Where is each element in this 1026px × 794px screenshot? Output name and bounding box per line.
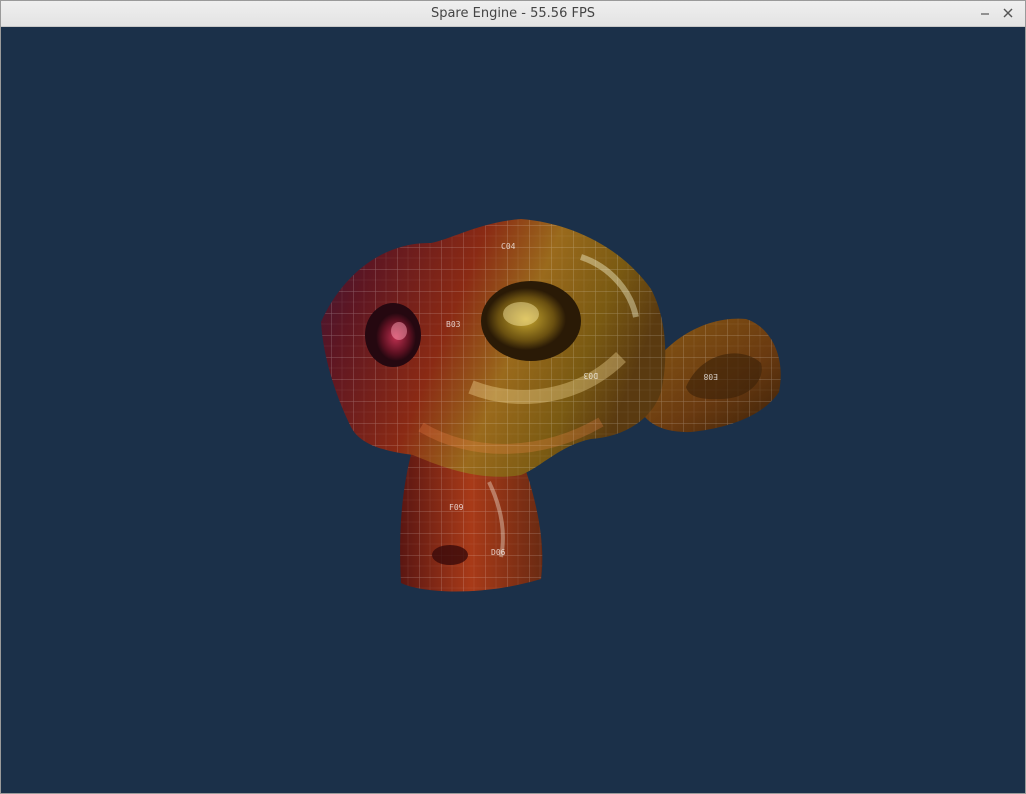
texture-label: B03 (446, 320, 461, 329)
minimize-icon (975, 4, 995, 23)
texture-label: D06 (491, 548, 506, 557)
right-eye-socket (481, 281, 581, 361)
title-bar[interactable]: Spare Engine - 55.56 FPS (1, 1, 1025, 27)
texture-label: F09 (449, 503, 464, 512)
texture-label: E08 (703, 372, 718, 381)
texture-label: C04 (501, 242, 516, 251)
render-viewport[interactable]: E08 D03 F09 D06 B03 C04 (1, 27, 1025, 793)
window-title: Spare Engine - 55.56 FPS (430, 6, 596, 21)
texture-label: D03 (583, 371, 598, 380)
app-window: Spare Engine - 55.56 FPS E08 D03 F09 D06… (0, 0, 1026, 794)
monkey-head-render: E08 D03 F09 D06 B03 C04 (321, 219, 781, 592)
close-button[interactable] (998, 4, 1018, 23)
left-eye-socket (365, 303, 421, 367)
close-icon (998, 4, 1018, 23)
minimize-button[interactable] (975, 4, 995, 23)
